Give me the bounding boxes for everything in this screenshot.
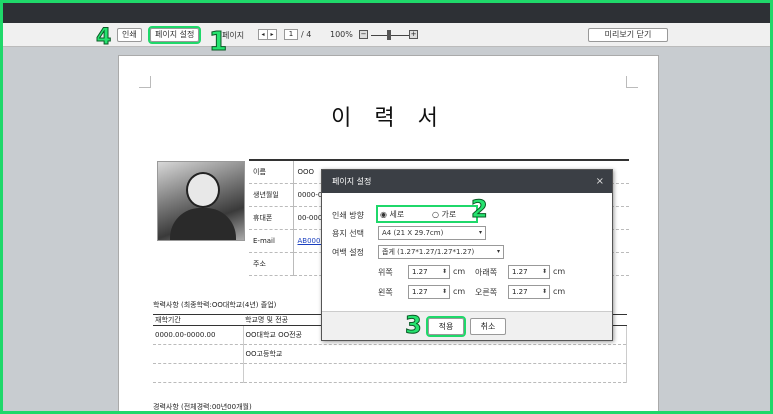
landscape-radio[interactable]: ○ 가로 — [432, 209, 456, 220]
dialog-header: 페이지 설정 × — [322, 170, 612, 193]
top-margin-label: 위쪽 — [378, 268, 393, 277]
annotation-marker-2: 2 — [471, 195, 489, 224]
close-icon[interactable]: × — [596, 170, 604, 193]
portrait-radio[interactable]: ◉ 세로 — [380, 209, 404, 220]
print-button[interactable]: 인쇄 — [117, 28, 142, 42]
page-setup-button[interactable]: 페이지 설정 — [147, 26, 202, 44]
education-section-title: 학력사항 (최종학력:OO대학교(4년) 졸업) — [153, 301, 277, 309]
career-section-title: 경력사항 (전체경력:00년00개월) — [153, 403, 252, 411]
unit-label: cm — [553, 267, 566, 276]
zoom-out-icon[interactable]: − — [359, 30, 368, 39]
unit-label: cm — [453, 267, 466, 276]
paper-label: 용지 선택 — [332, 229, 364, 238]
apply-button[interactable]: 적용 — [426, 316, 466, 337]
top-margin-input[interactable]: 1.27 ⬍ — [408, 265, 450, 279]
bottom-margin-input[interactable]: 1.27 ⬍ — [508, 265, 550, 279]
page-setup-dialog: 페이지 설정 × 인쇄 방향 ◉ 세로 ○ 가로 용지 선택 A4 (21 X … — [321, 169, 613, 341]
orientation-label: 인쇄 방향 — [332, 211, 364, 220]
margin-select[interactable]: 좁게 (1.27*1.27/1.27*1.27) ▾ — [378, 245, 504, 259]
left-margin-label: 왼쪽 — [378, 288, 393, 297]
spinner-icon[interactable]: ⬍ — [442, 286, 447, 298]
close-preview-button[interactable]: 미리보기 닫기 — [588, 28, 668, 42]
title-bar — [3, 3, 770, 23]
unit-label: cm — [553, 287, 566, 296]
margin-mark — [139, 76, 151, 88]
margin-mark — [626, 76, 638, 88]
table-row — [153, 363, 627, 383]
preview-window: 인쇄 페이지 설정 페이지 ◂ ▸ 1 / 4 100% − + 미리보기 닫기… — [3, 3, 770, 411]
dialog-title: 페이지 설정 — [332, 177, 372, 186]
paper-select[interactable]: A4 (21 X 29.7cm) ▾ — [378, 226, 486, 240]
page-number-input[interactable]: 1 — [284, 29, 298, 40]
chevron-down-icon: ▾ — [478, 229, 482, 236]
annotation-marker-4: 4 — [95, 25, 112, 51]
unit-label: cm — [453, 287, 466, 296]
dialog-footer: 적용 취소 — [322, 311, 612, 340]
margin-label: 여백 설정 — [332, 248, 364, 257]
cancel-button[interactable]: 취소 — [470, 318, 506, 335]
total-pages: / 4 — [301, 30, 312, 39]
preview-toolbar: 인쇄 페이지 설정 페이지 ◂ ▸ 1 / 4 100% − + 미리보기 닫기 — [3, 23, 770, 47]
chevron-down-icon: ▾ — [496, 248, 500, 255]
dialog-body: 인쇄 방향 ◉ 세로 ○ 가로 용지 선택 A4 (21 X 29.7cm) ▾ … — [322, 193, 612, 313]
annotation-marker-1: 1 — [208, 27, 228, 58]
zoom-slider-track[interactable] — [371, 35, 413, 36]
spinner-icon[interactable]: ⬍ — [442, 266, 447, 278]
annotation-marker-3: 3 — [405, 311, 423, 340]
zoom-slider-thumb[interactable] — [387, 30, 391, 40]
spinner-icon[interactable]: ⬍ — [542, 266, 547, 278]
spinner-icon[interactable]: ⬍ — [542, 286, 547, 298]
zoom-level: 100% — [330, 30, 353, 39]
table-row: OO고등학교 — [153, 344, 627, 364]
left-margin-input[interactable]: 1.27 ⬍ — [408, 285, 450, 299]
next-page-icon[interactable]: ▸ — [267, 29, 277, 40]
right-margin-input[interactable]: 1.27 ⬍ — [508, 285, 550, 299]
profile-photo — [157, 161, 245, 241]
document-title: 이 력 서 — [331, 106, 446, 131]
right-margin-label: 오른쪽 — [475, 288, 498, 297]
bottom-margin-label: 아래쪽 — [475, 268, 498, 277]
zoom-in-icon[interactable]: + — [409, 30, 418, 39]
